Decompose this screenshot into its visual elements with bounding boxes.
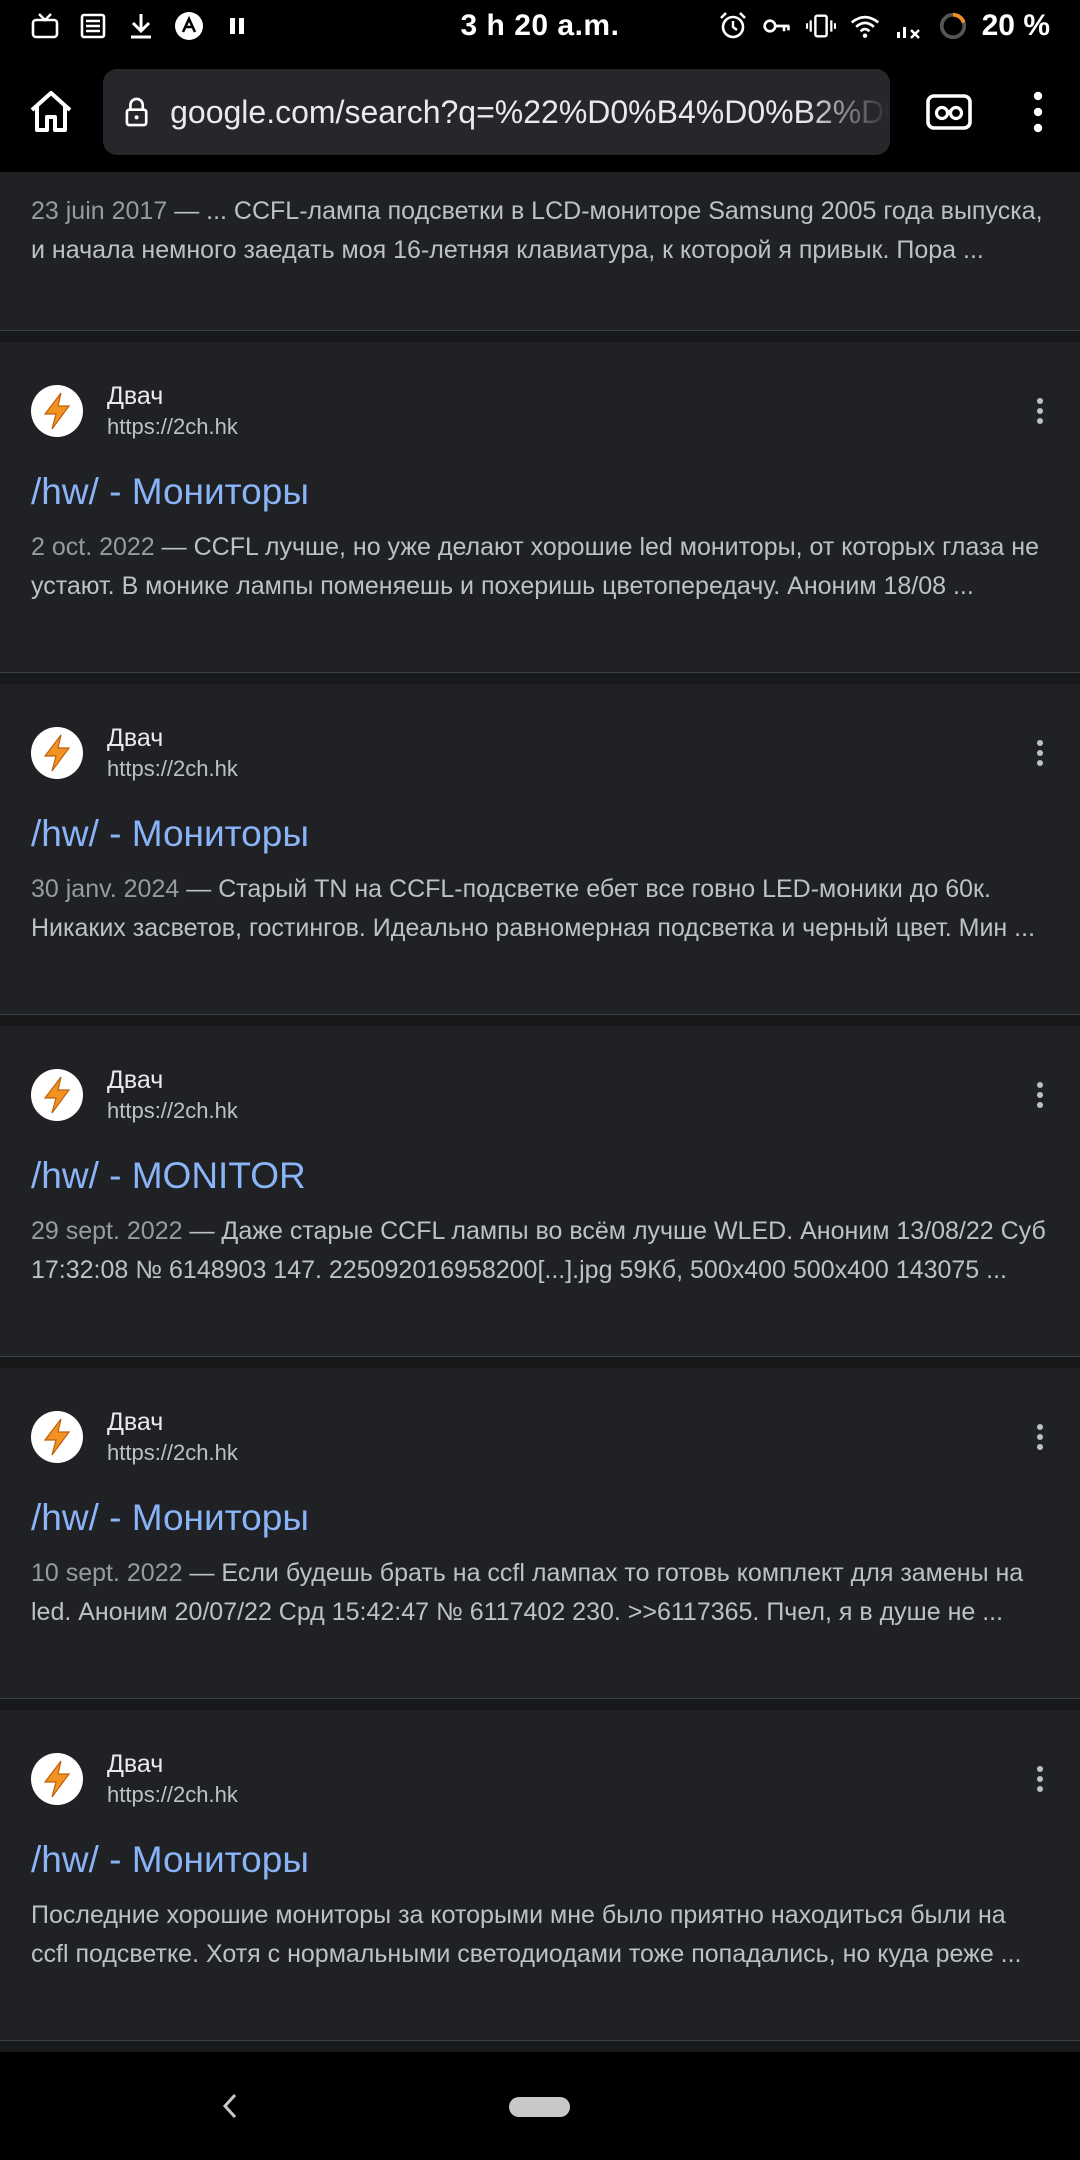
snippet-text: Последние хорошие мониторы за которыми м… (31, 1901, 1022, 1968)
result-divider (0, 330, 1080, 342)
result-site-url: https://2ch.hk (107, 414, 238, 439)
result-snippet: 30 janv. 2024 — Старый TN на CCFL-подсве… (31, 875, 1036, 942)
wifi-icon (850, 11, 880, 41)
dvach-favicon-icon (31, 1753, 83, 1805)
result-more-button[interactable] (1030, 1417, 1050, 1457)
system-nav-bar (0, 2052, 1080, 2160)
more-vert-icon (1037, 1424, 1043, 1450)
result-site-name: Двач (107, 1408, 164, 1436)
result-site-url: https://2ch.hk (107, 1782, 238, 1807)
battery-ring-icon (938, 11, 968, 41)
result-site-url: https://2ch.hk (107, 1098, 238, 1123)
signal-icon (894, 11, 924, 41)
result-card: Двач https://2ch.hk /hw/ - Мониторы Посл… (0, 1710, 1080, 2040)
result-date: 30 janv. 2024 (31, 875, 180, 903)
more-vert-icon (1034, 91, 1043, 133)
status-icons-right: 20 % (718, 9, 1050, 43)
result-site-url: https://2ch.hk (107, 756, 238, 781)
browser-toolbar: google.com/search?q=%22%D0%B4%D0%B2%D0%B… (0, 52, 1080, 172)
arc-icon (174, 11, 204, 41)
result-divider (0, 1356, 1080, 1368)
result-divider (0, 2040, 1080, 2052)
result-site-row[interactable]: Двач https://2ch.hk (31, 721, 1049, 785)
result-title-link[interactable]: /hw/ - Мониторы (31, 1494, 1049, 1542)
result-card: Двач https://2ch.hk /hw/ - Мониторы 2 oc… (0, 342, 1080, 672)
lock-icon[interactable] (125, 92, 148, 132)
incognito-tabs-icon (926, 94, 972, 130)
download-icon (126, 11, 156, 41)
overflow-menu-button[interactable] (1019, 82, 1058, 142)
result-more-button[interactable] (1030, 391, 1050, 431)
vpn-key-icon (762, 11, 792, 41)
result-site-name: Двач (107, 1750, 164, 1778)
result-date: 29 sept. 2022 (31, 1217, 183, 1245)
result-snippet: 2 oct. 2022 — CCFL лучше, но уже делают … (31, 533, 1039, 600)
result-card: Двач https://2ch.hk /hw/ - MONITOR 29 se… (0, 1026, 1080, 1356)
result-date: 2 oct. 2022 (31, 533, 155, 561)
result-date: 10 sept. 2022 (31, 1559, 183, 1587)
result-divider (0, 1698, 1080, 1710)
result-snippet: 10 sept. 2022 — Если будешь брать на ccf… (31, 1559, 1024, 1626)
result-card: Двач https://2ch.hk /hw/ - Мониторы 30 j… (0, 684, 1080, 1014)
result-title-link[interactable]: /hw/ - Мониторы (31, 1836, 1049, 1884)
status-icons-left (30, 11, 252, 41)
more-vert-icon (1037, 398, 1043, 424)
result-divider (0, 672, 1080, 684)
result-more-button[interactable] (1030, 1759, 1050, 1799)
dvach-favicon-icon (31, 385, 83, 437)
result-card-partial: 23 juin 2017 — ... CCFL-лампа подсветки … (0, 172, 1080, 330)
result-site-name: Двач (107, 1066, 164, 1094)
result-site-name: Двач (107, 382, 164, 410)
result-more-button[interactable] (1030, 733, 1050, 773)
home-pill[interactable] (509, 2097, 570, 2117)
result-title-link[interactable]: /hw/ - Мониторы (31, 810, 1049, 858)
search-results[interactable]: 23 juin 2017 — ... CCFL-лампа подсветки … (0, 172, 1080, 2052)
news-icon (78, 11, 108, 41)
result-title-link[interactable]: /hw/ - Мониторы (31, 468, 1049, 516)
result-snippet: 29 sept. 2022 — Даже старые CCFL лампы в… (31, 1217, 1046, 1284)
tv-icon (30, 11, 60, 41)
more-vert-icon (1037, 1766, 1043, 1792)
snippet-text: Старый TN на CCFL-подсветке ебет все гов… (31, 875, 1036, 942)
url-text[interactable]: google.com/search?q=%22%D0%B4%D0%B2%D0%B… (170, 94, 890, 131)
result-date: 23 juin 2017 (31, 197, 168, 225)
vibrate-icon (805, 11, 836, 41)
result-site-row[interactable]: Двач https://2ch.hk (31, 1063, 1049, 1127)
result-site-name: Двач (107, 724, 164, 752)
result-more-button[interactable] (1030, 1075, 1050, 1115)
result-snippet: 23 juin 2017 — ... CCFL-лампа подсветки … (31, 197, 1043, 264)
alarm-icon (718, 11, 748, 41)
incognito-tabs-button[interactable] (920, 82, 979, 142)
dvach-favicon-icon (31, 727, 83, 779)
dvach-favicon-icon (31, 1411, 83, 1463)
pause-icon (222, 11, 252, 41)
home-button[interactable] (22, 82, 81, 142)
back-button[interactable] (210, 2084, 250, 2128)
home-icon (31, 91, 72, 132)
more-vert-icon (1037, 740, 1043, 766)
battery-level: 20 % (981, 9, 1050, 42)
result-site-row[interactable]: Двач https://2ch.hk (31, 379, 1049, 443)
result-site-url: https://2ch.hk (107, 1440, 238, 1465)
result-site-row[interactable]: Двач https://2ch.hk (31, 1405, 1049, 1469)
status-bar: 3 h 20 a.m. 20 % (0, 0, 1080, 52)
snippet-text: Даже старые CCFL лампы во всём лучше WLE… (31, 1217, 1046, 1284)
address-bar[interactable]: google.com/search?q=%22%D0%B4%D0%B2%D0%B… (102, 69, 890, 155)
dvach-favicon-icon (31, 1069, 83, 1121)
result-snippet: Последние хорошие мониторы за которыми м… (31, 1896, 1049, 1973)
result-title-link[interactable]: /hw/ - MONITOR (31, 1152, 1049, 1200)
result-site-row[interactable]: Двач https://2ch.hk (31, 1747, 1049, 1811)
more-vert-icon (1037, 1082, 1043, 1108)
back-icon (222, 2093, 237, 2119)
result-divider (0, 1014, 1080, 1026)
result-card: Двач https://2ch.hk /hw/ - Мониторы 10 s… (0, 1368, 1080, 1698)
